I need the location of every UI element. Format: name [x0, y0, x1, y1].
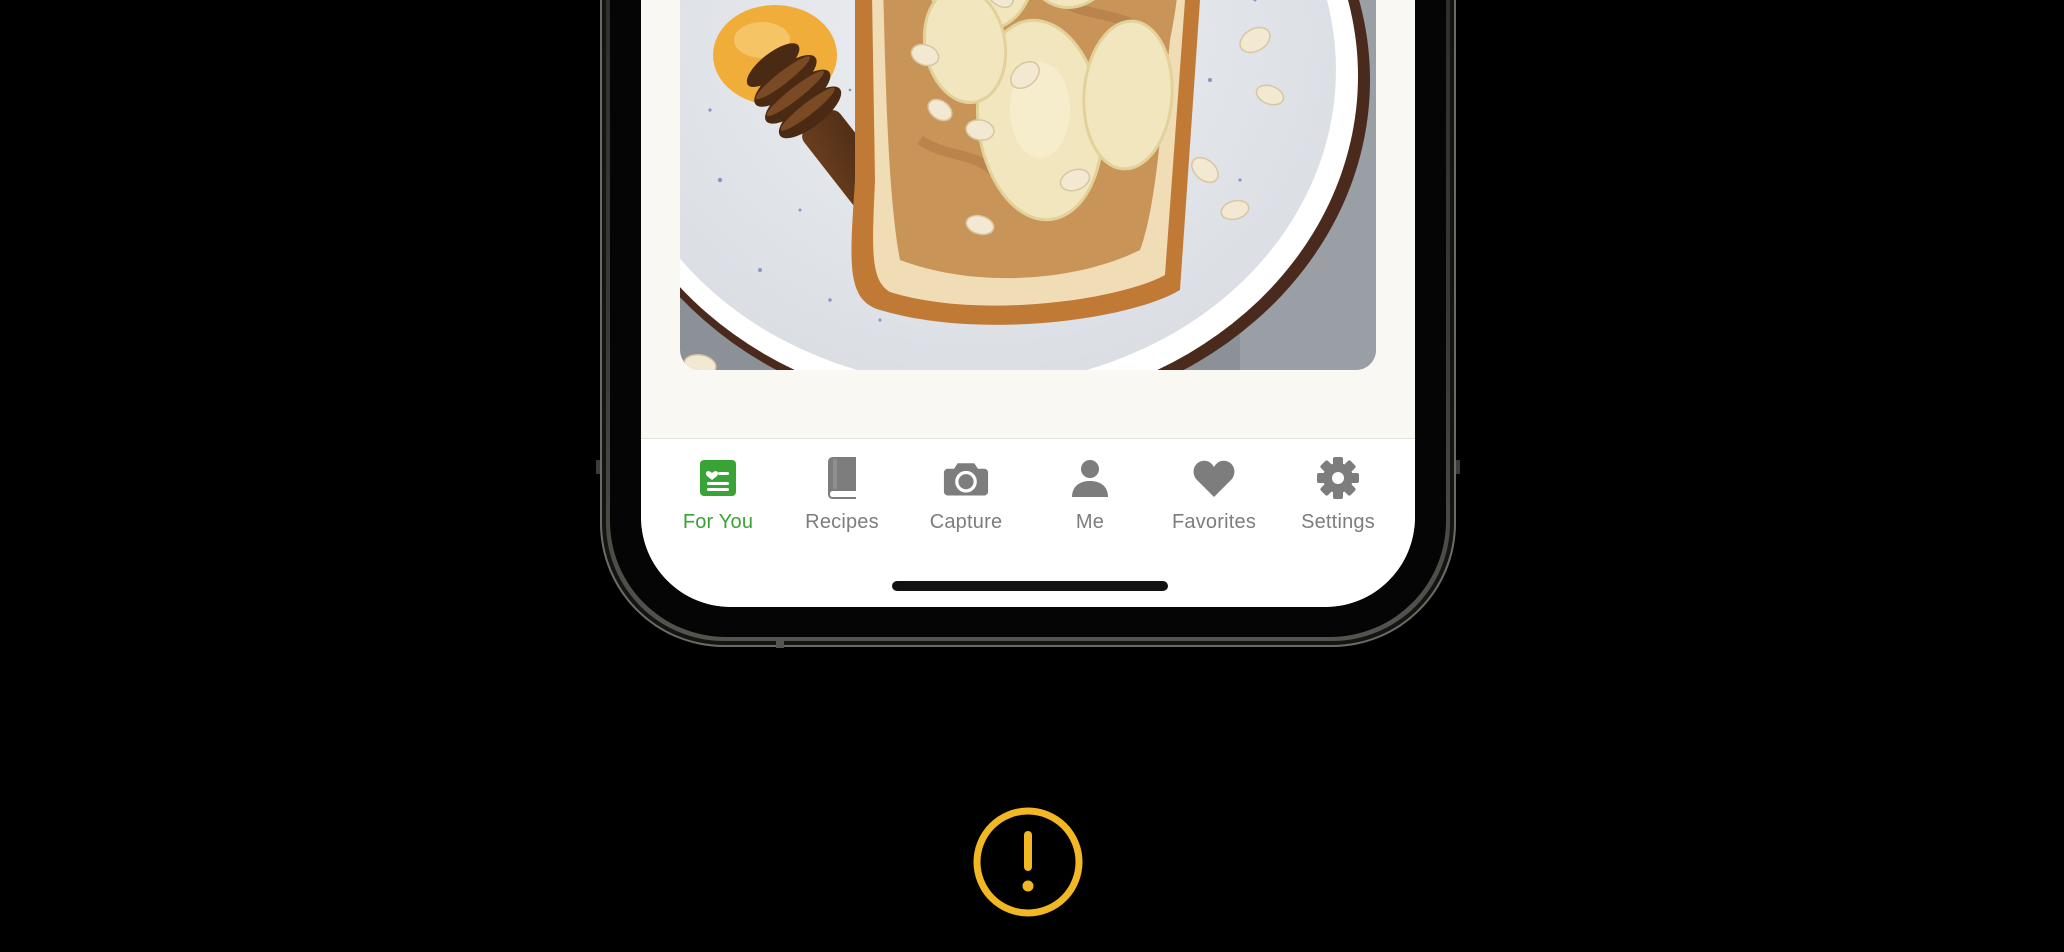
tab-favorites[interactable]: Favorites — [1152, 455, 1276, 607]
recipe-image-card[interactable] — [680, 0, 1376, 370]
tab-for-you[interactable]: For You — [656, 455, 780, 607]
exclamation-circle-icon — [972, 806, 1084, 918]
book-icon — [819, 455, 865, 501]
home-indicator[interactable] — [892, 581, 1168, 591]
for-you-icon — [695, 455, 741, 501]
phone-screen: For You Recipes Capture Me Favorites Set… — [641, 0, 1415, 607]
heart-icon — [1191, 455, 1237, 501]
tab-label: For You — [682, 511, 754, 533]
tab-label: Recipes — [805, 511, 879, 533]
tab-label: Favorites — [1171, 511, 1257, 533]
camera-icon — [943, 455, 989, 501]
toast-photo — [680, 0, 1376, 370]
tab-label: Settings — [1301, 511, 1375, 533]
tab-recipes[interactable]: Recipes — [780, 455, 904, 607]
tab-label: Capture — [929, 511, 1003, 533]
gear-icon — [1315, 455, 1361, 501]
tab-label: Me — [1075, 511, 1105, 533]
stage: For You Recipes Capture Me Favorites Set… — [0, 0, 2064, 952]
tab-settings[interactable]: Settings — [1276, 455, 1400, 607]
phone-frame-seam — [776, 640, 784, 648]
person-icon — [1067, 455, 1113, 501]
